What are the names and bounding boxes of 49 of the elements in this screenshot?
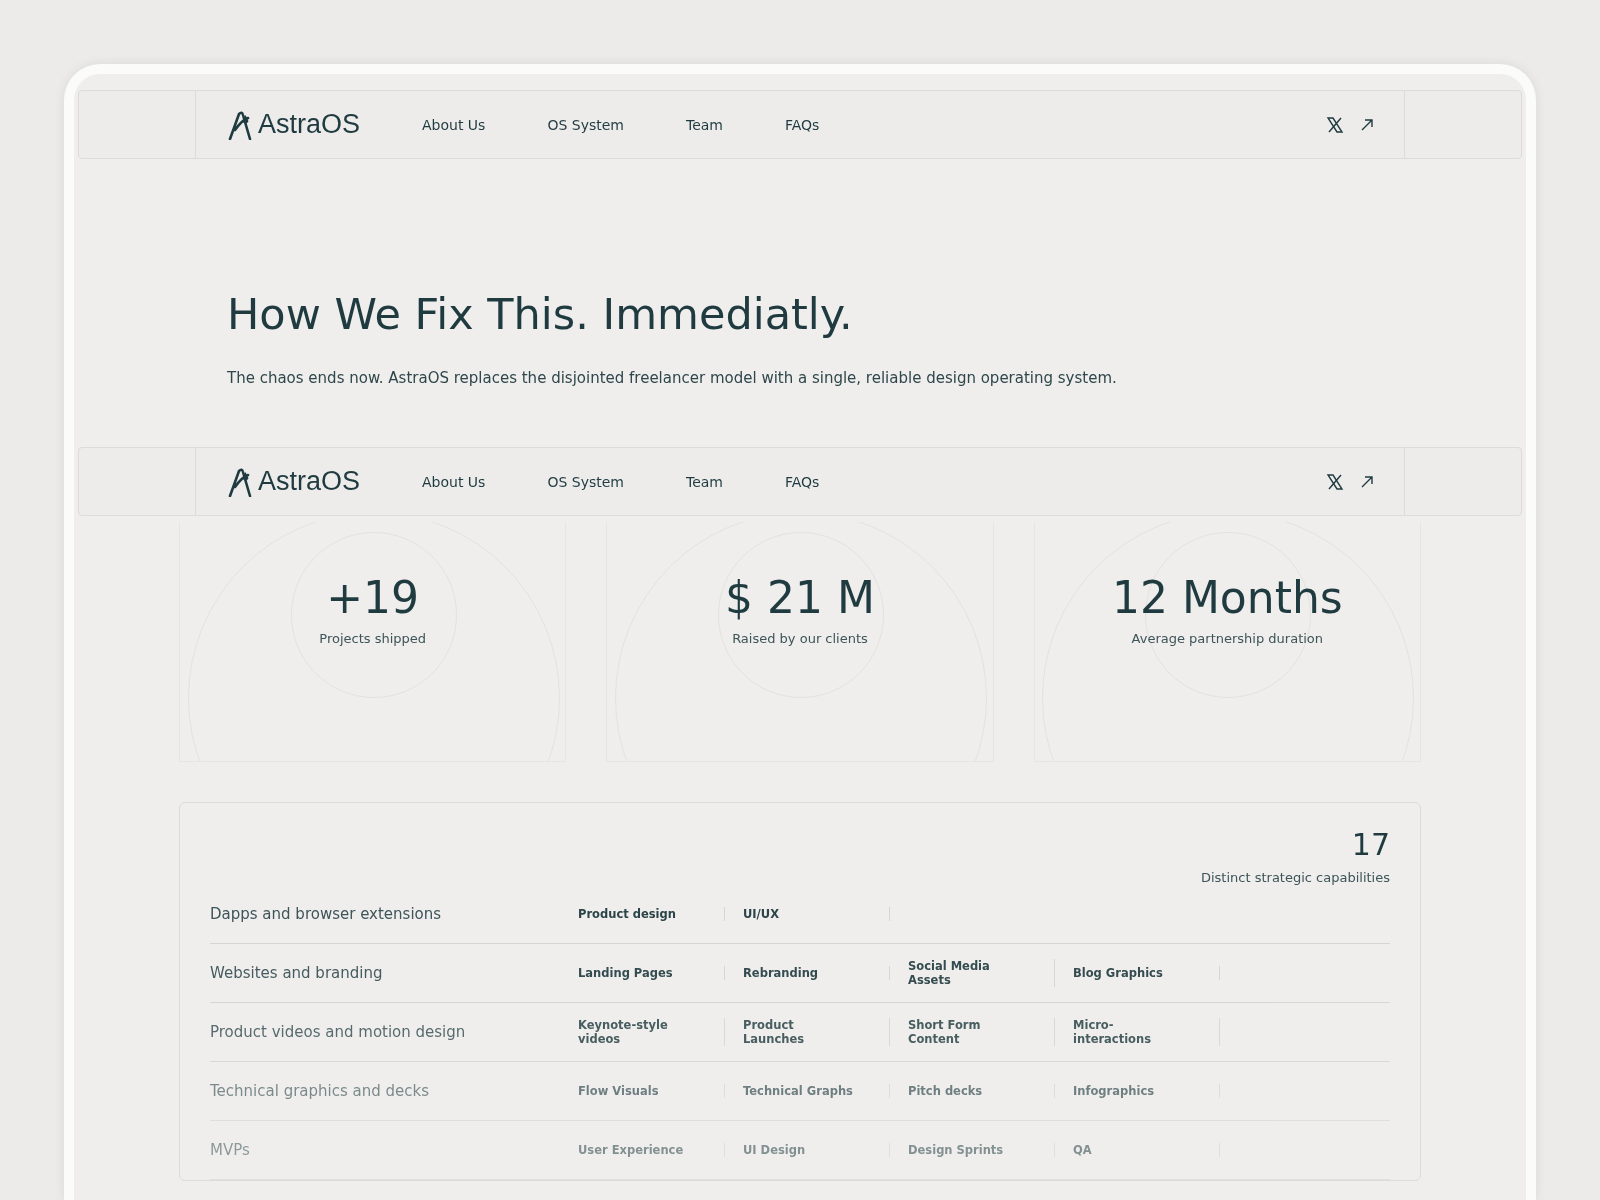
capability-tag: QA <box>1073 1143 1220 1157</box>
capability-name: Technical graphics and decks <box>210 1082 431 1100</box>
capability-count: 17 <box>1350 827 1390 862</box>
nav-link[interactable]: About Us <box>422 473 486 490</box>
stat-label: Average partnership duration <box>1131 631 1324 646</box>
nav-link[interactable]: About Us <box>422 116 486 133</box>
capability-name: MVPs <box>210 1141 251 1159</box>
capability-tag: User Experience <box>578 1143 725 1157</box>
capability-tag: Landing Pages <box>578 966 725 980</box>
capability-tag: UI Design <box>743 1143 890 1157</box>
capability-name: Product videos and motion design <box>210 1023 467 1041</box>
brand-logo[interactable]: AstraOS <box>226 466 422 497</box>
brand-logo[interactable]: AstraOS <box>226 109 422 140</box>
hero-title: How We Fix This. Immediatly. <box>227 289 854 339</box>
nav-link[interactable]: Team <box>685 116 723 133</box>
capability-tag: Product design <box>578 907 725 921</box>
hero-subtitle: The chaos ends now. AstraOS replaces the disjointed freelancer model with a single, reliable design operating system. <box>227 369 1118 387</box>
capability-count-label: Distinct strategic capabilities <box>1199 870 1390 885</box>
capability-tag: Product Launches <box>743 1018 890 1046</box>
stat-label: Projects shipped <box>319 631 427 646</box>
capability-tag: Flow Visuals <box>578 1084 725 1098</box>
stat-value: +19 <box>326 572 420 623</box>
capability-name: Dapps and browser extensions <box>210 905 443 923</box>
capability-tag: Infographics <box>1073 1084 1220 1098</box>
capability-tag: Short Form Content <box>908 1018 1055 1046</box>
capability-tag: Micro-interactions <box>1073 1018 1220 1046</box>
x-logo-icon[interactable] <box>1326 472 1344 491</box>
nav-link[interactable]: OS System <box>547 473 624 490</box>
astronaut-a-icon <box>226 109 254 140</box>
astronaut-a-icon <box>226 466 254 497</box>
nav-link[interactable]: FAQs <box>784 116 820 133</box>
capability-tag: UI/UX <box>743 907 890 921</box>
capability-name: Websites and branding <box>210 964 384 982</box>
capability-tag: Pitch decks <box>908 1084 1055 1098</box>
stat-value: $ 21 M <box>725 572 875 623</box>
capability-tag: Technical Graphs <box>743 1084 890 1098</box>
capability-tag: Blog Graphics <box>1073 966 1220 980</box>
capability-tag: Keynote-style videos <box>578 1018 725 1046</box>
nav-link[interactable]: Team <box>685 473 723 490</box>
stat-label: Raised by our clients <box>732 631 868 646</box>
arrow-up-right-icon[interactable] <box>1360 117 1374 132</box>
arrow-up-right-icon[interactable] <box>1360 474 1374 489</box>
capability-tag: Social Media Assets <box>908 959 1055 987</box>
capability-tag: Design Sprints <box>908 1143 1055 1157</box>
capability-tag: Rebranding <box>743 966 890 980</box>
nav-link[interactable]: FAQs <box>784 473 820 490</box>
nav-link[interactable]: OS System <box>547 116 624 133</box>
stat-value: 12 Months <box>1111 572 1343 623</box>
x-logo-icon[interactable] <box>1326 115 1344 134</box>
